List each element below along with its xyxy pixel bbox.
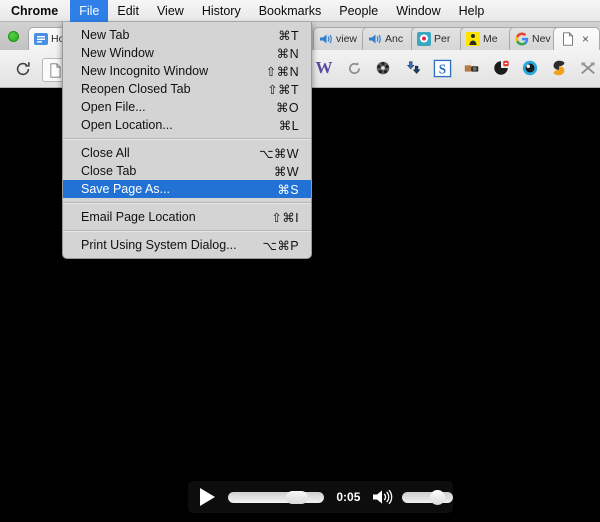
menu-item-close-all[interactable]: Close All ⌥⌘W [63, 144, 311, 162]
menu-separator [63, 202, 311, 204]
menu-item-shortcut: ⌘L [278, 118, 299, 133]
macos-menu-bar: Chrome File Edit View History Bookmarks … [0, 0, 600, 22]
svg-text:S: S [438, 61, 445, 76]
blue-circle-icon[interactable] [519, 57, 541, 79]
menubar-item-chrome[interactable]: Chrome [0, 0, 70, 22]
menu-item-label: New Tab [81, 28, 130, 42]
yellow-person-icon [466, 32, 480, 46]
seek-handle[interactable] [286, 490, 308, 504]
menubar-item-window[interactable]: Window [387, 0, 449, 22]
menu-item-label: New Incognito Window [81, 64, 209, 78]
file-dropdown-menu: New Tab ⌘T New Window ⌘N New Incognito W… [62, 22, 312, 259]
menu-item-label: Save Page As... [81, 182, 170, 196]
menu-item-label: Close Tab [81, 164, 137, 178]
menu-item-shortcut: ⌘N [276, 46, 299, 61]
menu-item-print-using-system-dialog[interactable]: Print Using System Dialog... ⌥⌘P [63, 236, 311, 254]
menu-item-new-tab[interactable]: New Tab ⌘T [63, 26, 311, 44]
browser-tab[interactable]: × [553, 27, 600, 50]
menu-item-label: New Window [81, 46, 154, 60]
menu-item-shortcut: ⌥⌘W [259, 146, 299, 161]
sound-icon [319, 32, 333, 46]
volume-icon[interactable] [371, 488, 393, 506]
sound-icon [368, 32, 382, 46]
tab-close-icon[interactable]: × [582, 33, 589, 45]
circular-arrow-icon[interactable] [343, 57, 365, 79]
window-zoom-button[interactable] [8, 31, 19, 42]
tab-title: Per [434, 33, 451, 45]
menu-item-label: Close All [81, 146, 130, 160]
volume-slider[interactable] [402, 489, 453, 505]
menu-item-shortcut: ⌘W [273, 164, 299, 179]
menu-item-label: Open File... [81, 100, 146, 114]
menu-item-shortcut: ⌘O [275, 100, 299, 115]
menubar-item-view[interactable]: View [148, 0, 193, 22]
menu-item-shortcut: ⇧⌘I [271, 210, 299, 225]
menu-item-shortcut: ⇧⌘N [265, 64, 299, 79]
menubar-item-bookmarks[interactable]: Bookmarks [250, 0, 331, 22]
film-reel-icon[interactable] [372, 57, 394, 79]
seek-slider[interactable] [228, 490, 325, 504]
google-g-icon [515, 32, 529, 46]
menu-item-new-incognito-window[interactable]: New Incognito Window ⇧⌘N [63, 62, 311, 80]
menu-item-shortcut: ⌘T [278, 28, 299, 43]
tab-title: Me [483, 33, 498, 45]
volume-handle[interactable] [430, 489, 446, 505]
menu-item-save-page-as[interactable]: Save Page As... ⌘S [63, 180, 311, 198]
menu-item-new-window[interactable]: New Window ⌘N [63, 44, 311, 62]
seek-track [228, 491, 325, 503]
menu-item-label: Reopen Closed Tab [81, 82, 191, 96]
menu-item-open-file[interactable]: Open File... ⌘O [63, 98, 311, 116]
menubar-item-people[interactable]: People [330, 0, 387, 22]
menu-item-open-location[interactable]: Open Location... ⌘L [63, 116, 311, 134]
play-button[interactable] [200, 488, 215, 506]
menu-item-close-tab[interactable]: Close Tab ⌘W [63, 162, 311, 180]
menu-separator [63, 230, 311, 232]
menu-item-reopen-closed-tab[interactable]: Reopen Closed Tab ⇧⌘T [63, 80, 311, 98]
menu-item-shortcut: ⌘S [277, 182, 299, 197]
menu-item-label: Open Location... [81, 118, 173, 132]
camera-icon[interactable] [461, 57, 483, 79]
menubar-item-file[interactable]: File [70, 0, 109, 22]
x-bowtie-icon[interactable] [577, 57, 599, 79]
blue-s-icon[interactable]: S [431, 57, 453, 79]
periscope-icon [417, 32, 431, 46]
tab-title: Nev [532, 33, 551, 45]
volume-track [402, 491, 453, 503]
menu-separator [63, 138, 311, 140]
tab-title: Anc [385, 33, 404, 45]
video-player-controls: 0:05 [188, 481, 453, 513]
wikipedia-w-icon[interactable]: W [313, 57, 335, 79]
current-time-label: 0:05 [336, 490, 361, 504]
menu-item-email-page-location[interactable]: Email Page Location ⇧⌘I [63, 208, 311, 226]
red-c-icon[interactable] [490, 57, 512, 79]
chat-icon [34, 32, 48, 46]
tab-title: view [336, 33, 358, 45]
menubar-item-history[interactable]: History [193, 0, 250, 22]
menu-item-label: Email Page Location [81, 210, 196, 224]
menu-item-shortcut: ⌥⌘P [262, 238, 299, 253]
menu-item-label: Print Using System Dialog... [81, 238, 237, 252]
menubar-item-edit[interactable]: Edit [108, 0, 148, 22]
orange-swirl-icon[interactable] [548, 57, 570, 79]
blank-page-icon [561, 32, 575, 46]
menubar-item-help[interactable]: Help [450, 0, 494, 22]
menu-item-shortcut: ⇧⌘T [267, 82, 299, 97]
reload-icon[interactable] [12, 58, 34, 80]
download-arrows-icon[interactable] [402, 57, 424, 79]
